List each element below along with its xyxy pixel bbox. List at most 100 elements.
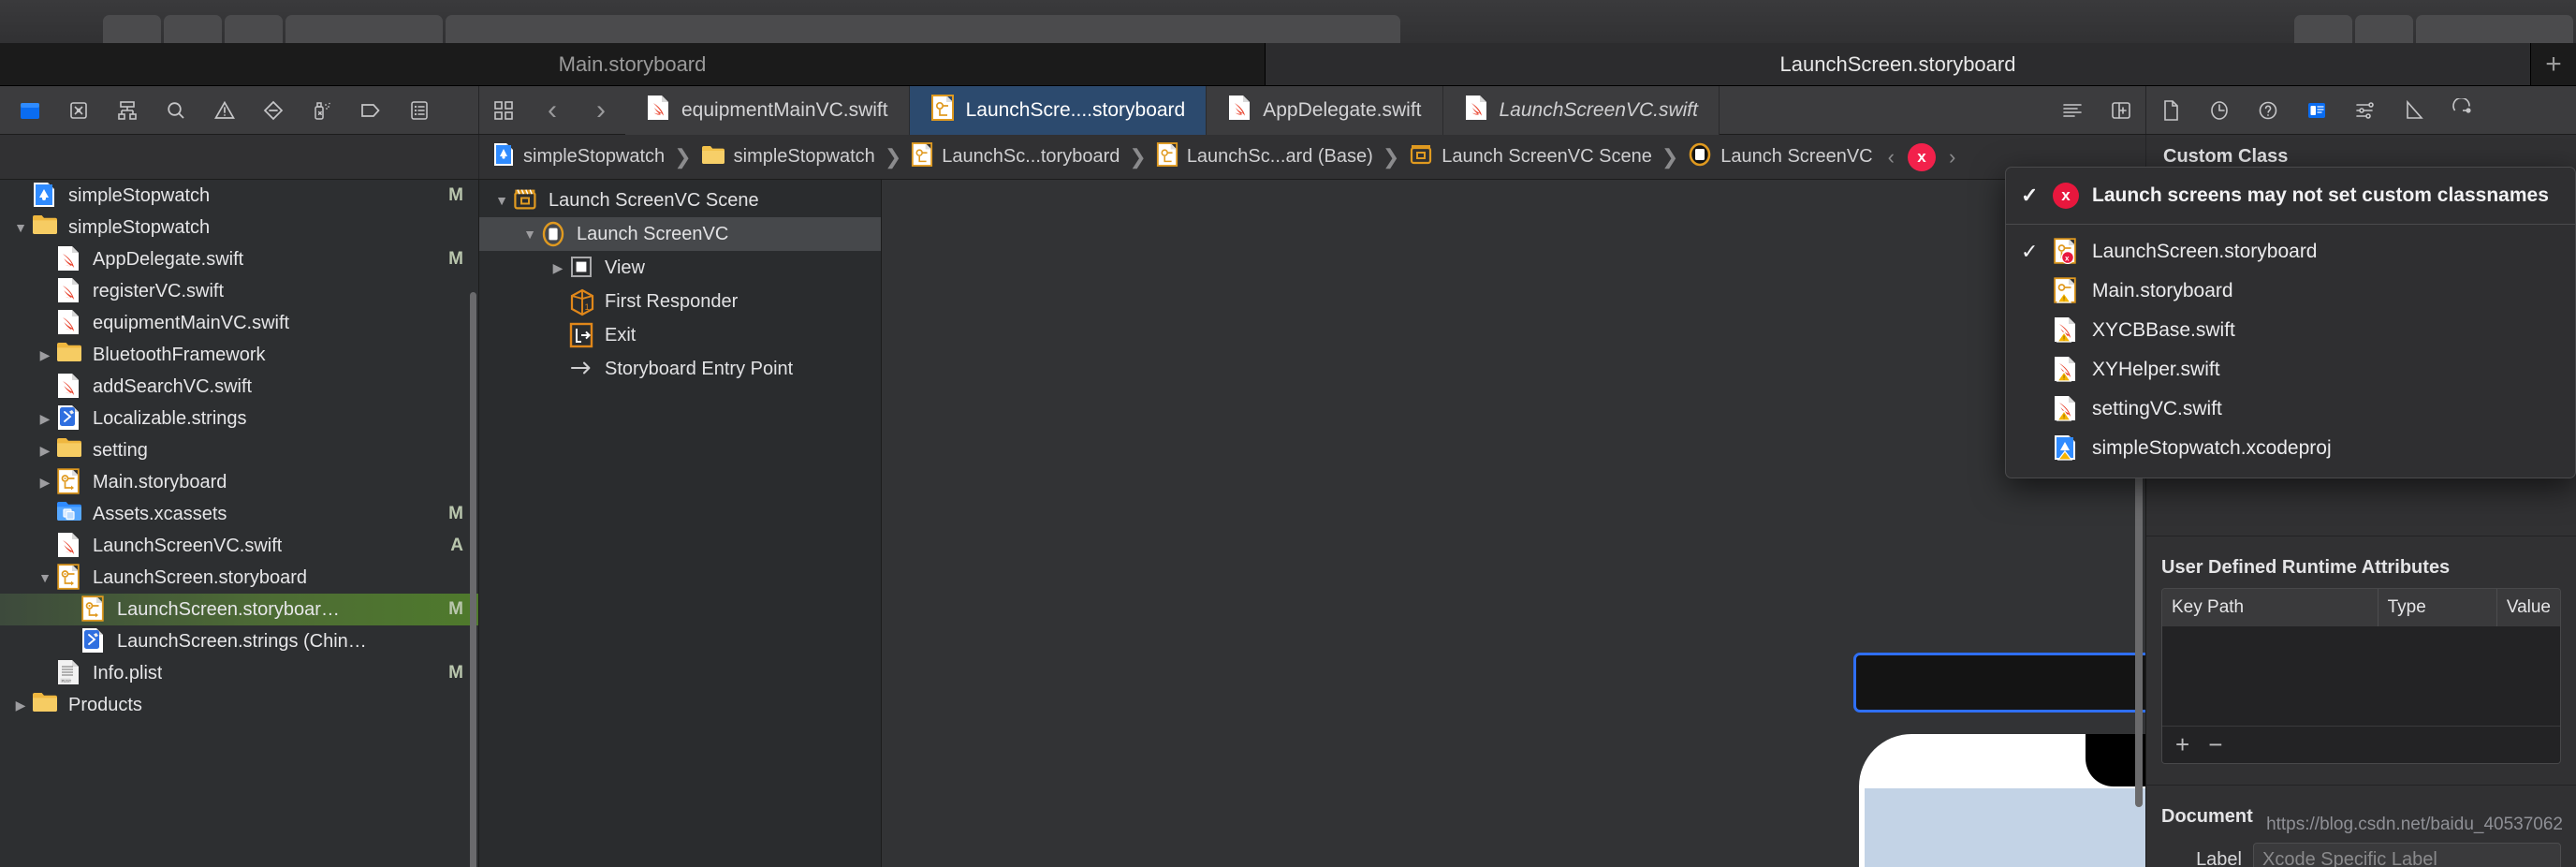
runtime-attributes-table[interactable]: Key Path Type Value + −: [2161, 588, 2561, 764]
disclosure-triangle-open-icon[interactable]: ▼: [34, 570, 56, 585]
size-inspector-icon[interactable]: [2390, 86, 2438, 135]
column-header-value[interactable]: Value: [2497, 589, 2560, 626]
add-editor-icon[interactable]: [2097, 86, 2145, 135]
menu-item[interactable]: ! Main.storyboard: [2006, 272, 2575, 311]
disclosure-triangle-closed-icon[interactable]: ▶: [34, 411, 56, 427]
disclosure-triangle-closed-icon[interactable]: ▶: [34, 475, 56, 491]
disclosure-triangle-open-icon[interactable]: ▼: [9, 220, 32, 235]
disclosure-triangle-open-icon[interactable]: ▼: [490, 193, 513, 208]
xcode-specific-label-input[interactable]: Xcode Specific Label: [2253, 843, 2561, 867]
identity-inspector-icon[interactable]: [2292, 86, 2341, 135]
menu-item[interactable]: ! settingVC.swift: [2006, 389, 2575, 429]
os-tab[interactable]: [285, 15, 443, 43]
os-tab[interactable]: [2416, 15, 2573, 43]
spray-icon[interactable]: [298, 86, 346, 135]
navigator-row[interactable]: simpleStopwatch M: [0, 180, 478, 212]
navigator-row[interactable]: addSearchVC.swift: [0, 371, 478, 403]
os-tab[interactable]: [164, 15, 222, 43]
navigator-scrollbar[interactable]: [470, 292, 476, 867]
disclosure-triangle-closed-icon[interactable]: ▶: [34, 443, 56, 459]
window-tab-launchscreen-storyboard[interactable]: LaunchScreen.storyboard: [1266, 43, 2531, 85]
navigator-row[interactable]: LaunchScreen.strings (Chin…: [0, 625, 478, 657]
previous-issue-button[interactable]: ‹: [1884, 145, 1898, 169]
report-navigator-icon[interactable]: [395, 86, 444, 135]
navigator-row[interactable]: ▶ Products: [0, 689, 478, 721]
outline-row[interactable]: ▶ View: [479, 251, 881, 285]
back-button[interactable]: ‹: [528, 86, 577, 135]
editor-tab-launchscreen-storyboard[interactable]: LaunchScre....storyboard: [909, 85, 1208, 135]
navigator-row[interactable]: ▼ simpleStopwatch: [0, 212, 478, 243]
navigator-row[interactable]: registerVC.swift: [0, 275, 478, 307]
navigator-row[interactable]: PLIST Info.plist M: [0, 657, 478, 689]
interface-builder-canvas[interactable]: 1: [882, 180, 2145, 867]
issue-dropdown-menu[interactable]: ✓ x Launch screens may not set custom clas…: [2005, 167, 2576, 478]
menu-item[interactable]: ! XYHelper.swift: [2006, 350, 2575, 389]
editor-tab-equipmentmainvc[interactable]: equipmentMainVC.swift: [625, 85, 910, 135]
outline-row[interactable]: Storyboard Entry Point: [479, 352, 881, 386]
breadcrumb-item-scene[interactable]: Launch ScreenVC Scene: [1409, 142, 1652, 172]
column-header-key-path[interactable]: Key Path: [2162, 589, 2378, 626]
file-inspector-icon[interactable]: [2146, 86, 2195, 135]
column-header-type[interactable]: Type: [2378, 589, 2497, 626]
source-control-navigator-icon[interactable]: [54, 86, 103, 135]
navigator-row[interactable]: ▼ LaunchScreen.storyboard: [0, 562, 478, 594]
navigator-row[interactable]: ▶ Localizable.strings: [0, 403, 478, 434]
os-tab[interactable]: [225, 15, 283, 43]
outline-row[interactable]: 1 First Responder: [479, 285, 881, 318]
disclosure-triangle-closed-icon[interactable]: ▶: [9, 698, 32, 713]
menu-item[interactable]: simpleStopwatch.xcodeproj: [2006, 429, 2575, 468]
device-preview-canvas[interactable]: [1859, 734, 2145, 867]
breadcrumb-item-storyboard[interactable]: LaunchSc...toryboard: [911, 141, 1120, 172]
breadcrumb-item-storyboard-base[interactable]: LaunchSc...ard (Base): [1156, 141, 1373, 172]
menu-header-item[interactable]: ✓ x Launch screens may not set custom clas…: [2006, 173, 2575, 218]
symbol-navigator-icon[interactable]: [103, 86, 152, 135]
breadcrumb-item-group[interactable]: simpleStopwatch: [701, 144, 875, 170]
editor-tab-appdelegate[interactable]: AppDelegate.swift: [1207, 85, 1443, 135]
os-tab[interactable]: [2355, 15, 2413, 43]
outline-row[interactable]: ▼ Launch ScreenVC Scene: [479, 184, 881, 217]
table-body-empty[interactable]: [2162, 626, 2560, 726]
remove-attribute-button[interactable]: −: [2208, 730, 2222, 759]
minimap-icon[interactable]: [2048, 86, 2097, 135]
navigator-row[interactable]: LaunchScreenVC.swift A: [0, 530, 478, 562]
forward-button[interactable]: ›: [577, 86, 625, 135]
navigator-row[interactable]: AppDelegate.swift M: [0, 243, 478, 275]
navigator-row[interactable]: ▶ BluetoothFramework: [0, 339, 478, 371]
disclosure-triangle-closed-icon[interactable]: ▶: [547, 260, 569, 276]
diamond-icon[interactable]: [249, 86, 298, 135]
navigator-row[interactable]: ▶ Main.storyboard: [0, 466, 478, 498]
breadcrumb-item-project[interactable]: simpleStopwatch: [492, 142, 665, 172]
folder-navigator-icon[interactable]: [6, 86, 54, 135]
navigator-row[interactable]: Assets.xcassets M: [0, 498, 478, 530]
editor-tab-launchscreenvc[interactable]: LaunchScreenVC.swift: [1442, 85, 1720, 135]
navigator-row[interactable]: equipmentMainVC.swift: [0, 307, 478, 339]
launch-screen-view[interactable]: [1865, 788, 2145, 867]
menu-item[interactable]: ✓ x LaunchScreen.storyboard: [2006, 232, 2575, 272]
os-tab[interactable]: [103, 15, 161, 43]
project-navigator[interactable]: simpleStopwatch M ▼ simpleStopwatch AppDeleg…: [0, 180, 479, 867]
disclosure-triangle-closed-icon[interactable]: ▶: [34, 347, 56, 363]
history-inspector-icon[interactable]: [2195, 86, 2244, 135]
document-outline[interactable]: ▼ Launch ScreenVC Scene ▼ Launch ScreenVC ▶ V…: [479, 180, 882, 867]
warning-icon[interactable]: [200, 86, 249, 135]
outline-row-selected[interactable]: ▼ Launch ScreenVC: [479, 217, 881, 251]
breadcrumb-item-viewcontroller[interactable]: Launch ScreenVC: [1688, 142, 1873, 172]
menu-item[interactable]: ! XYCBBase.swift: [2006, 311, 2575, 350]
tag-icon[interactable]: [346, 86, 395, 135]
quick-help-inspector-icon[interactable]: [2244, 86, 2292, 135]
outline-row[interactable]: Exit: [479, 318, 881, 352]
navigator-row-selected[interactable]: LaunchScreen.storyboar… M: [0, 594, 478, 625]
navigator-row[interactable]: ▶ setting: [0, 434, 478, 466]
error-badge[interactable]: x: [1907, 142, 1936, 171]
window-tab-main-storyboard[interactable]: Main.storyboard: [0, 43, 1266, 85]
disclosure-triangle-open-icon[interactable]: ▼: [519, 227, 541, 242]
add-window-tab-button[interactable]: +: [2531, 43, 2576, 85]
add-attribute-button[interactable]: +: [2175, 730, 2189, 759]
connections-inspector-icon[interactable]: [2438, 86, 2487, 135]
search-icon[interactable]: [152, 86, 200, 135]
os-tab[interactable]: [446, 15, 1400, 43]
view-controller-dock[interactable]: 1: [1853, 653, 2145, 713]
related-items-icon[interactable]: [479, 86, 528, 135]
next-issue-button[interactable]: ›: [1945, 145, 1959, 169]
attributes-inspector-icon[interactable]: [2341, 86, 2390, 135]
